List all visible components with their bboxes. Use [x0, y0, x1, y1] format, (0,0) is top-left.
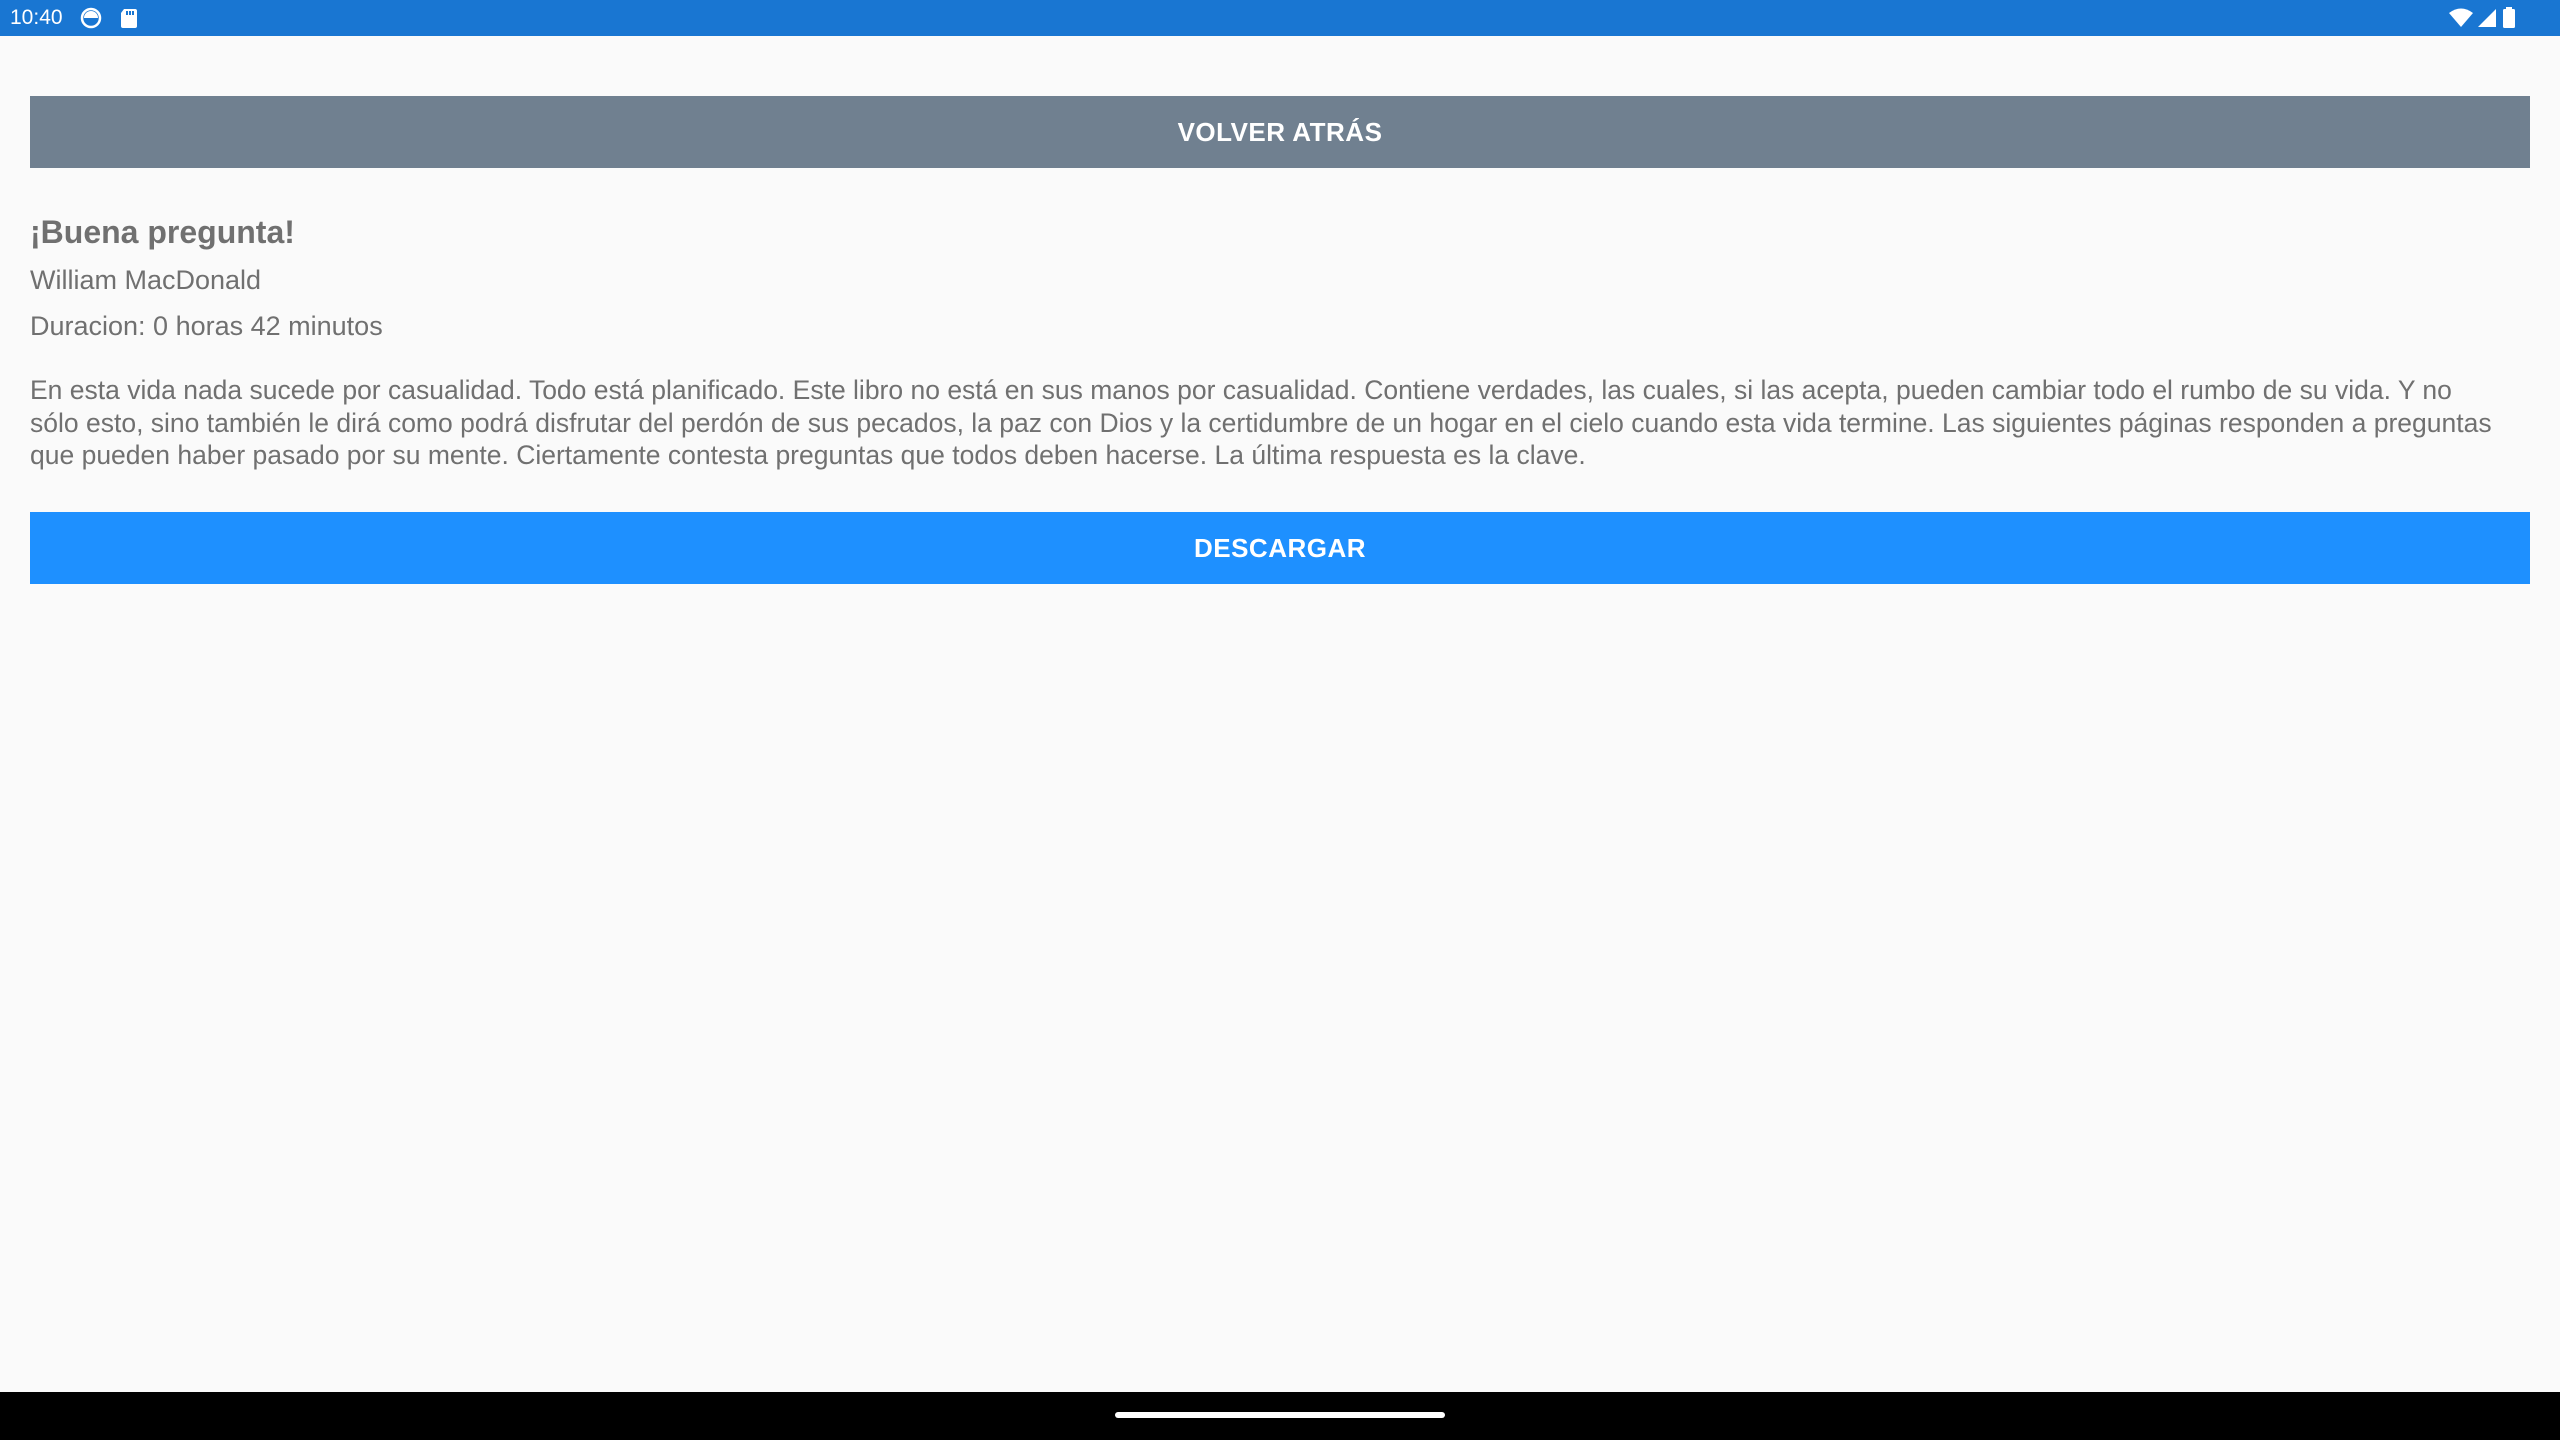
wifi-icon — [2448, 7, 2474, 29]
book-duration: Duracion: 0 horas 42 minutos — [30, 311, 383, 341]
download-button-wrap: DESCARGAR — [30, 511, 2530, 584]
status-time: 10:40 — [10, 6, 63, 29]
book-title: ¡Buena pregunta! — [30, 214, 295, 250]
book-description: En esta vida nada sucede por casualidad.… — [30, 375, 2492, 470]
book-detail-screen: VOLVER ATRÁS ¡Buena pregunta! William Ma… — [30, 96, 2530, 584]
sd-card-icon — [118, 7, 140, 29]
navigation-bar — [0, 1392, 2560, 1440]
sync-icon — [80, 7, 102, 29]
book-author: William MacDonald — [30, 265, 262, 295]
battery-icon — [2502, 7, 2516, 29]
status-bar: 10:40 — [0, 0, 2560, 36]
home-gesture-bar[interactable] — [1115, 1412, 1445, 1418]
cell-signal-icon — [2476, 7, 2498, 29]
download-button[interactable]: DESCARGAR — [30, 511, 2530, 584]
back-button[interactable]: VOLVER ATRÁS — [30, 96, 2530, 168]
